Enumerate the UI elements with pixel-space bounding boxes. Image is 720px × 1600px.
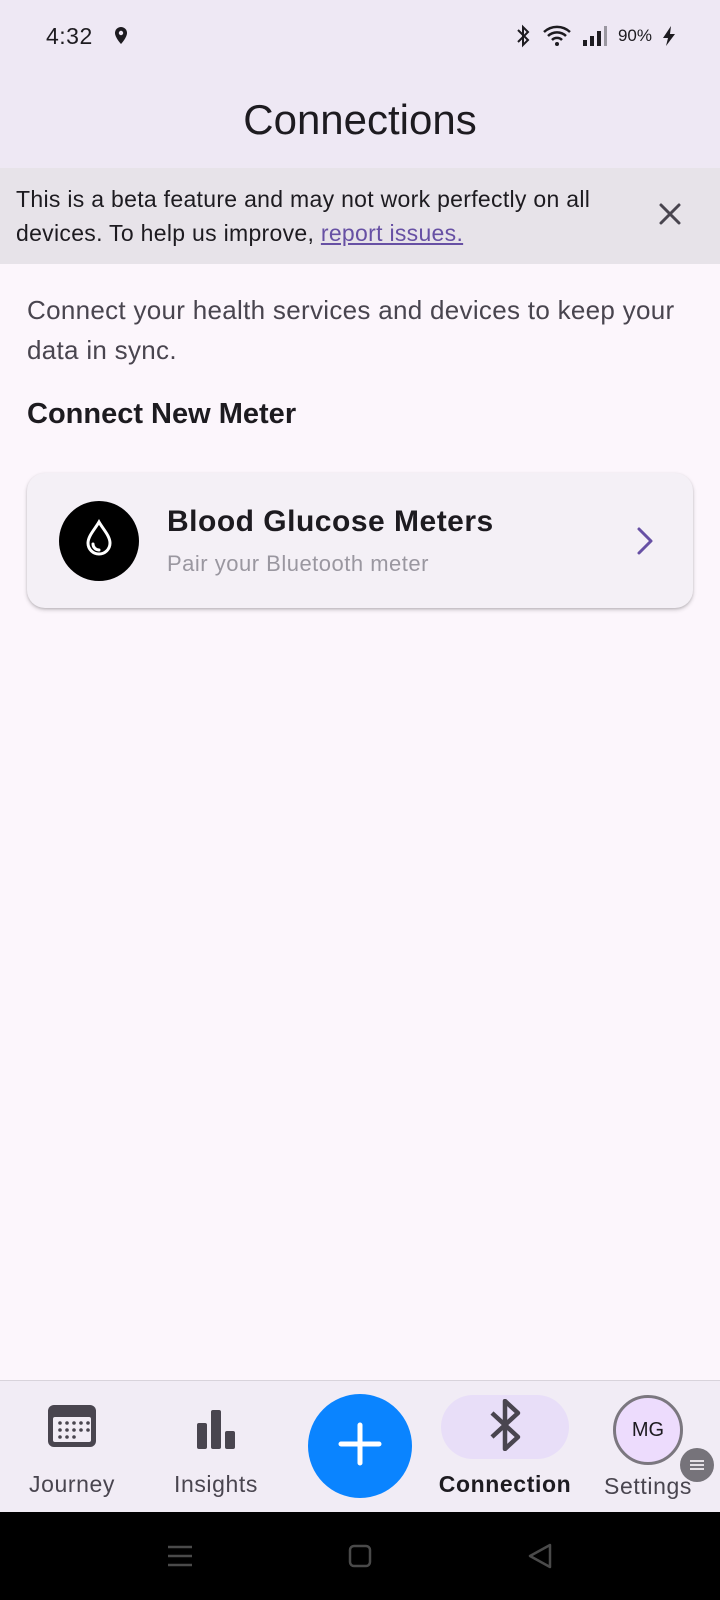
meter-icon-circle — [59, 500, 139, 581]
wifi-icon — [542, 24, 572, 48]
add-fab-button[interactable] — [308, 1394, 412, 1498]
banner-close-button[interactable] — [646, 192, 694, 240]
avatar: MG — [613, 1395, 714, 1482]
app-bar: Connections — [0, 72, 720, 168]
signal-icon — [582, 25, 608, 47]
beta-banner-message: This is a beta feature and may not work … — [16, 186, 591, 246]
beta-banner: This is a beta feature and may not work … — [0, 168, 720, 264]
close-icon — [658, 202, 682, 231]
status-time: 4:32 — [46, 22, 93, 49]
bar-chart-icon — [156, 1409, 276, 1449]
avatar-initials: MG — [631, 1418, 665, 1441]
section-title: Connect New Meter — [27, 398, 297, 430]
meter-card-title: Blood Glucose Meters — [167, 504, 494, 538]
meter-card-text: Blood Glucose Meters Pair your Bluetooth… — [167, 505, 629, 577]
nav-journey-label: Journey — [28, 1471, 116, 1497]
nav-insights[interactable]: Insights — [156, 1381, 276, 1513]
calendar-icon — [12, 1403, 132, 1449]
nav-connection-active-pill — [441, 1395, 569, 1459]
back-icon[interactable] — [520, 1536, 560, 1576]
location-icon — [113, 26, 129, 46]
battery-level: 90% — [617, 26, 652, 45]
system-navigation-bar — [0, 1512, 720, 1600]
nav-connection[interactable]: Connection — [430, 1381, 580, 1513]
bluetooth-icon — [514, 24, 532, 48]
nav-settings-label: Settings — [604, 1473, 692, 1499]
charging-icon — [662, 25, 676, 47]
home-icon[interactable] — [340, 1536, 380, 1576]
nav-insights-label: Insights — [173, 1471, 259, 1497]
report-issues-link[interactable]: report issues. — [321, 220, 463, 246]
nav-connection-label: Connection — [438, 1471, 572, 1497]
page-title: Connections — [243, 96, 477, 143]
meter-card-subtitle: Pair your Bluetooth meter — [167, 550, 429, 576]
blood-glucose-meters-card[interactable]: Blood Glucose Meters Pair your Bluetooth… — [27, 473, 693, 608]
bluetooth-icon — [488, 1398, 522, 1456]
plus-icon — [338, 1422, 382, 1471]
status-bar: 4:32 90% — [0, 0, 720, 72]
intro-text: Connect your health services and devices… — [27, 295, 675, 365]
beta-banner-text: This is a beta feature and may not work … — [16, 182, 646, 250]
menu-icon[interactable] — [160, 1536, 200, 1576]
chevron-right-icon — [629, 526, 661, 556]
nav-settings[interactable]: MG Settings — [588, 1381, 714, 1513]
blood-drop-icon — [84, 518, 114, 562]
nav-journey[interactable]: Journey — [12, 1381, 132, 1513]
